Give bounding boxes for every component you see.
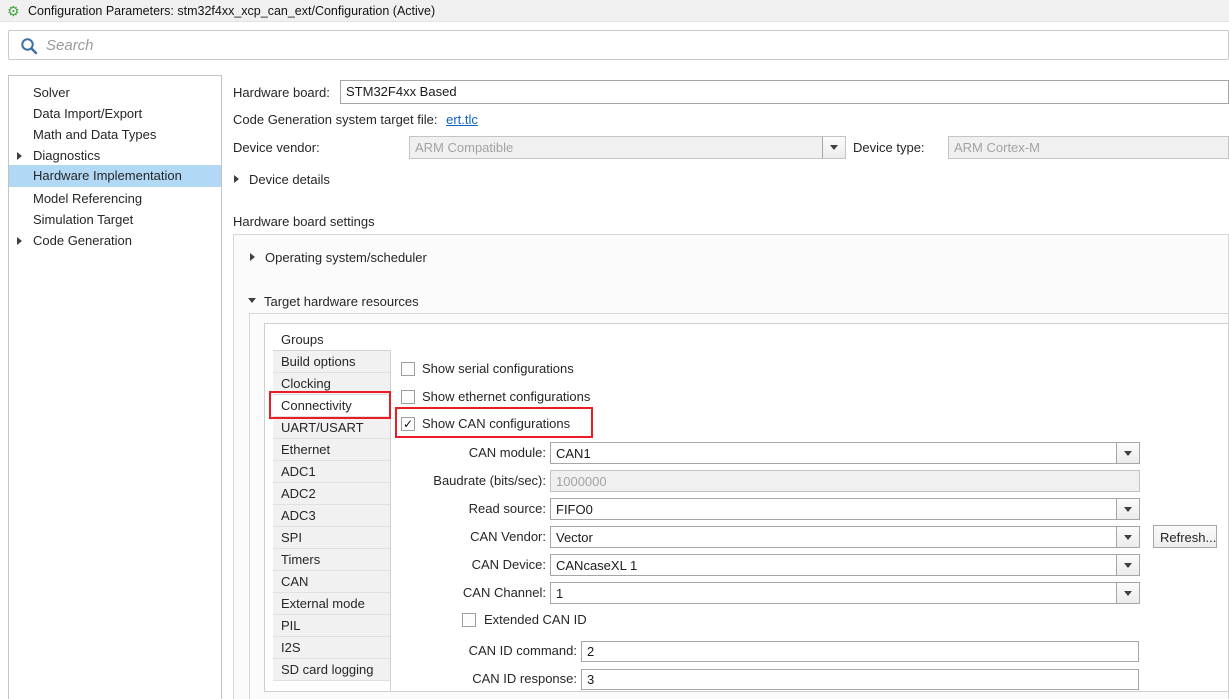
hardware-board-label: Hardware board: bbox=[233, 84, 330, 102]
can-module-value: CAN1 bbox=[551, 443, 1139, 464]
sidebar-item-hardware-implementation[interactable]: Hardware Implementation bbox=[9, 165, 221, 187]
read-source-combo[interactable]: FIFO0 bbox=[550, 498, 1140, 520]
search-icon bbox=[20, 37, 38, 55]
group-item-adc2[interactable]: ADC2 bbox=[273, 483, 390, 505]
sidebar-item-math-and-data-types[interactable]: Math and Data Types bbox=[9, 124, 221, 145]
window-title: Configuration Parameters: stm32f4xx_xcp_… bbox=[28, 0, 435, 22]
can-vendor-label: CAN Vendor: bbox=[390, 526, 546, 548]
hardware-board-settings-title: Hardware board settings bbox=[233, 214, 375, 230]
can-channel-value: 1 bbox=[551, 583, 1139, 604]
can-module-label: CAN module: bbox=[390, 442, 546, 464]
can-id-response-label: CAN ID response: bbox=[390, 668, 577, 690]
can-vendor-value: Vector bbox=[551, 527, 1139, 548]
group-item-spi[interactable]: SPI bbox=[273, 527, 390, 549]
sidebar-item-solver[interactable]: Solver bbox=[9, 82, 221, 103]
os-scheduler-expander[interactable]: Operating system/scheduler bbox=[265, 250, 427, 266]
target-file-row: Code Generation system target file: ert.… bbox=[233, 111, 478, 129]
hardware-board-value: STM32F4xx Based bbox=[341, 81, 1228, 102]
sidebar-item-model-referencing[interactable]: Model Referencing bbox=[9, 188, 221, 209]
device-vendor-label: Device vendor: bbox=[233, 139, 320, 157]
groups-tab-list: Build options Clocking Connectivity UART… bbox=[273, 350, 390, 681]
device-details-expander[interactable]: Device details bbox=[249, 171, 330, 189]
group-item-i2s[interactable]: I2S bbox=[273, 637, 390, 659]
can-id-response-input[interactable] bbox=[581, 669, 1139, 690]
can-channel-label: CAN Channel: bbox=[390, 582, 546, 604]
can-device-combo[interactable]: CANcaseXL 1 bbox=[550, 554, 1140, 576]
group-item-can[interactable]: CAN bbox=[273, 571, 390, 593]
sidebar-item-simulation-target[interactable]: Simulation Target bbox=[9, 209, 221, 230]
dropdown-arrow-icon[interactable] bbox=[1116, 527, 1139, 547]
group-item-adc1[interactable]: ADC1 bbox=[273, 461, 390, 483]
can-id-command-label: CAN ID command: bbox=[390, 640, 577, 662]
group-item-sd-card-logging[interactable]: SD card logging bbox=[273, 659, 390, 681]
group-item-connectivity[interactable]: Connectivity bbox=[273, 395, 390, 417]
dropdown-arrow-icon[interactable] bbox=[1116, 583, 1139, 603]
extended-can-id-label[interactable]: Extended CAN ID bbox=[484, 611, 587, 629]
baudrate-value: 1000000 bbox=[551, 471, 1139, 492]
group-item-uart-usart[interactable]: UART/USART bbox=[273, 417, 390, 439]
configuration-parameters-window: ⚙ Configuration Parameters: stm32f4xx_xc… bbox=[0, 0, 1229, 699]
can-id-command-input[interactable] bbox=[581, 641, 1139, 662]
device-type-label: Device type: bbox=[853, 139, 925, 157]
group-item-adc3[interactable]: ADC3 bbox=[273, 505, 390, 527]
target-hardware-resources-expander[interactable]: Target hardware resources bbox=[264, 294, 419, 310]
dropdown-arrow-icon[interactable] bbox=[1116, 499, 1139, 519]
refresh-button[interactable]: Refresh... bbox=[1153, 525, 1217, 548]
target-file-label: Code Generation system target file: bbox=[233, 112, 438, 127]
collapse-arrow-icon[interactable] bbox=[248, 298, 256, 303]
baudrate-label: Baudrate (bits/sec): bbox=[390, 470, 546, 492]
group-item-clocking[interactable]: Clocking bbox=[273, 373, 390, 395]
can-vendor-combo[interactable]: Vector bbox=[550, 526, 1140, 548]
device-type-value: ARM Cortex-M bbox=[949, 137, 1228, 158]
show-ethernet-configurations-checkbox[interactable] bbox=[401, 390, 415, 404]
group-item-pil[interactable]: PIL bbox=[273, 615, 390, 637]
show-ethernet-configurations-label[interactable]: Show ethernet configurations bbox=[422, 388, 590, 406]
show-serial-configurations-label[interactable]: Show serial configurations bbox=[422, 360, 574, 378]
device-type-field: ARM Cortex-M bbox=[948, 136, 1229, 159]
expand-arrow-icon[interactable] bbox=[250, 253, 255, 261]
title-bar: ⚙ Configuration Parameters: stm32f4xx_xc… bbox=[0, 0, 1229, 22]
expand-arrow-icon[interactable] bbox=[234, 175, 239, 183]
group-item-ethernet[interactable]: Ethernet bbox=[273, 439, 390, 461]
baudrate-field: 1000000 bbox=[550, 470, 1140, 492]
sidebar-item-code-generation[interactable]: Code Generation bbox=[9, 230, 221, 251]
read-source-label: Read source: bbox=[390, 498, 546, 520]
show-can-configurations-checkbox[interactable]: ✓ bbox=[401, 417, 415, 431]
can-device-value: CANcaseXL 1 bbox=[551, 555, 1139, 576]
config-gear-icon: ⚙ bbox=[7, 0, 25, 22]
search-box[interactable] bbox=[8, 30, 1229, 60]
sidebar-item-data-import-export[interactable]: Data Import/Export bbox=[9, 103, 221, 124]
group-item-external-mode[interactable]: External mode bbox=[273, 593, 390, 615]
groups-title: Groups bbox=[281, 332, 324, 348]
read-source-value: FIFO0 bbox=[551, 499, 1139, 520]
group-item-build-options[interactable]: Build options bbox=[273, 351, 390, 373]
search-input[interactable] bbox=[44, 33, 1194, 57]
hardware-board-combo[interactable]: STM32F4xx Based bbox=[340, 80, 1229, 104]
group-item-timers[interactable]: Timers bbox=[273, 549, 390, 571]
sidebar-tree: Solver Data Import/Export Math and Data … bbox=[8, 75, 222, 699]
can-channel-combo[interactable]: 1 bbox=[550, 582, 1140, 604]
dropdown-arrow-icon bbox=[822, 137, 845, 158]
sidebar-item-diagnostics[interactable]: Diagnostics bbox=[9, 145, 221, 166]
can-device-label: CAN Device: bbox=[390, 554, 546, 576]
show-can-configurations-label[interactable]: Show CAN configurations bbox=[422, 415, 570, 433]
dropdown-arrow-icon[interactable] bbox=[1116, 443, 1139, 463]
device-vendor-combo: ARM Compatible bbox=[409, 136, 846, 159]
can-module-combo[interactable]: CAN1 bbox=[550, 442, 1140, 464]
target-file-link[interactable]: ert.tlc bbox=[446, 112, 478, 127]
device-vendor-value: ARM Compatible bbox=[410, 137, 845, 158]
show-serial-configurations-checkbox[interactable] bbox=[401, 362, 415, 376]
checkmark-icon: ✓ bbox=[403, 417, 413, 431]
extended-can-id-checkbox[interactable] bbox=[462, 613, 476, 627]
dropdown-arrow-icon[interactable] bbox=[1116, 555, 1139, 575]
